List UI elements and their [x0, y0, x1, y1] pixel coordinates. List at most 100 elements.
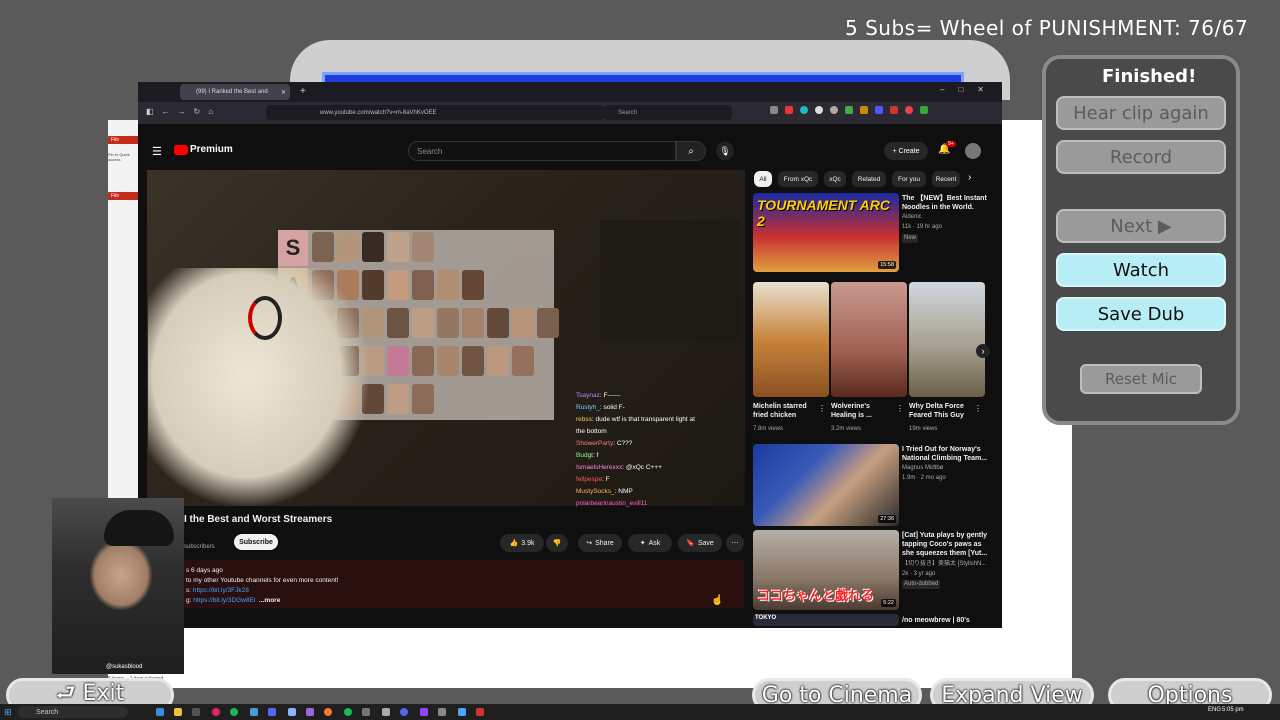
rec-thumbnail[interactable]: 27:36: [753, 444, 899, 526]
chip-for-you[interactable]: For you: [892, 171, 926, 187]
rec-title[interactable]: [Cat] Yuta plays by gently tapping Coco'…: [902, 531, 988, 558]
more-vertical-icon[interactable]: ⋮: [818, 404, 826, 413]
short-thumbnail[interactable]: [909, 282, 985, 397]
discord-icon[interactable]: [400, 708, 408, 716]
taskbar-app-icon[interactable]: [420, 708, 428, 716]
microphone-icon[interactable]: 🎙: [716, 142, 734, 160]
share-button[interactable]: ↪ Share: [578, 534, 622, 552]
rec-thumbnail[interactable]: TOKYO: [753, 614, 899, 626]
taskbar-app-icon[interactable]: [458, 708, 466, 716]
window-controls[interactable]: –□✕: [940, 85, 998, 94]
chat-line: MustySocks_: NMP: [576, 488, 633, 495]
firefox-icon[interactable]: [324, 708, 332, 716]
close-icon[interactable]: ✕: [281, 89, 286, 96]
browser-tab-active[interactable]: (99) I Ranked the Best and ✕: [180, 84, 290, 100]
rec-title[interactable]: I Tried Out for Norway's National Climbi…: [902, 445, 988, 463]
rec-channel[interactable]: Aldenic: [902, 213, 922, 222]
desc-link-1[interactable]: https://bit.ly/3FJk28: [193, 587, 249, 594]
taskbar-app-icon[interactable]: [362, 708, 370, 716]
save-button[interactable]: 🔖 Save: [678, 534, 722, 552]
chat-line: the bottom: [576, 428, 607, 435]
taskbar-app-icon[interactable]: [382, 708, 390, 716]
short-thumbnail[interactable]: [831, 282, 907, 397]
chip-xqc[interactable]: xQc: [824, 171, 846, 187]
next-button[interactable]: Next ▶: [1056, 209, 1226, 243]
rec-channel[interactable]: 【切り抜き】美猫太 [StylishN...: [902, 560, 988, 569]
youtube-play-icon: [174, 144, 188, 155]
chat-line: ShowerParty: C???: [576, 440, 633, 447]
duration-badge: 5:22: [881, 599, 896, 607]
shorts-next-icon[interactable]: ›: [976, 344, 990, 358]
chip-related[interactable]: Related: [852, 171, 886, 187]
explorer-file-menu-2[interactable]: File: [108, 192, 138, 200]
short-title[interactable]: Michelin starred fried chicken: [753, 402, 817, 420]
taskbar-language[interactable]: ENG: [1208, 707, 1221, 713]
save-dub-button[interactable]: Save Dub: [1056, 297, 1226, 331]
subscribe-button[interactable]: Subscribe: [234, 534, 278, 550]
duration-badge: 27:36: [878, 515, 896, 523]
taskbar-app-icon[interactable]: [192, 708, 200, 716]
search-icon[interactable]: ⌕: [676, 141, 706, 161]
video-title: I the Best and Worst Streamers: [184, 514, 333, 525]
new-tab-icon[interactable]: +: [300, 86, 306, 97]
menu-icon[interactable]: ☰: [152, 145, 162, 158]
thumb-text: TOKYO: [755, 615, 777, 621]
explorer-nav-pane: File Pin to Quick access File: [108, 120, 139, 498]
taskbar-app-icon[interactable]: [156, 708, 164, 716]
spotify-icon[interactable]: [230, 708, 238, 716]
taskbar-app-icon[interactable]: [268, 708, 276, 716]
taskbar-app-icon[interactable]: [288, 708, 296, 716]
rec-channel[interactable]: Magnus Midtbø: [902, 464, 943, 473]
taskbar-app-icon[interactable]: [344, 708, 352, 716]
reset-mic-button[interactable]: Reset Mic: [1080, 364, 1202, 394]
browser-search-box[interactable]: Search: [604, 105, 732, 120]
short-title[interactable]: Wolverine's Healing is ...: [831, 402, 895, 420]
chat-line: Tsaynaz: F------: [576, 392, 621, 399]
chip-recent[interactable]: Recent: [932, 171, 960, 187]
taskbar-app-icon[interactable]: [250, 708, 258, 716]
ask-button[interactable]: ✦ Ask: [628, 534, 672, 552]
windows-start-icon[interactable]: ⊞: [4, 707, 12, 718]
rec-title[interactable]: The 【NEW】Best Instant Noodles in the Wor…: [902, 194, 988, 212]
more-link[interactable]: ...more: [259, 597, 280, 604]
explorer-file-menu[interactable]: File: [108, 136, 138, 144]
short-views: 7.8m views: [753, 426, 784, 432]
taskbar-clock[interactable]: 5:05 pm: [1222, 707, 1244, 713]
chip-from-xqc[interactable]: From xQc: [778, 171, 818, 187]
watch-button[interactable]: Watch: [1056, 253, 1226, 287]
rec-title[interactable]: /no meowbrew | 80's: [902, 616, 988, 625]
taskbar-app-icon[interactable]: [306, 708, 314, 716]
tab-title: (99) I Ranked the Best and: [196, 89, 268, 95]
taskbar-search[interactable]: Search: [18, 706, 128, 718]
youtube-logo[interactable]: Premium: [174, 144, 233, 155]
like-button[interactable]: 👍 3.9k: [500, 534, 544, 552]
more-vertical-icon[interactable]: ⋮: [974, 404, 982, 413]
youtube-search-input[interactable]: Search: [408, 141, 676, 161]
hear-clip-button[interactable]: Hear clip again: [1056, 96, 1226, 130]
video-description[interactable]: s 6 days ago to my other Youtube channel…: [184, 560, 744, 608]
nav-icons[interactable]: ◧←→↻⌂: [146, 107, 221, 116]
short-thumbnail[interactable]: [753, 282, 829, 397]
dislike-button[interactable]: 👎: [546, 534, 568, 552]
short-views: 3.2m views: [831, 426, 862, 432]
create-button[interactable]: + Create: [884, 142, 928, 160]
more-vertical-icon[interactable]: ⋮: [896, 404, 904, 413]
taskbar-app-icon[interactable]: [212, 708, 220, 716]
extension-icons[interactable]: [770, 106, 996, 118]
url-bar[interactable]: www.youtube.com/watch?v=m-8aVhKvOEE: [266, 105, 604, 120]
auto-dubbed-badge: Auto-dubbed: [902, 580, 941, 589]
avatar[interactable]: [965, 143, 981, 159]
taskbar-app-icon[interactable]: [438, 708, 446, 716]
explorer-pin-label[interactable]: Pin to Quick access: [108, 152, 138, 162]
record-button[interactable]: Record: [1056, 140, 1226, 174]
folder-icon[interactable]: [174, 708, 182, 716]
short-title[interactable]: Why Delta Force Feared This Guy: [909, 402, 973, 420]
desc-link-2[interactable]: https://bit.ly/3DGw8El: [193, 597, 255, 604]
rec-thumbnail[interactable]: TOURNAMENT ARC 2 15:58: [753, 193, 899, 272]
more-actions-button[interactable]: ⋯: [726, 534, 744, 552]
chevron-right-icon[interactable]: ›: [968, 172, 971, 183]
rec-thumbnail[interactable]: ココちゃんと戯れる 5:22: [753, 530, 899, 610]
sparkle-icon: ✦: [639, 540, 646, 547]
taskbar-app-icon[interactable]: [476, 708, 484, 716]
chip-all[interactable]: All: [754, 171, 772, 187]
